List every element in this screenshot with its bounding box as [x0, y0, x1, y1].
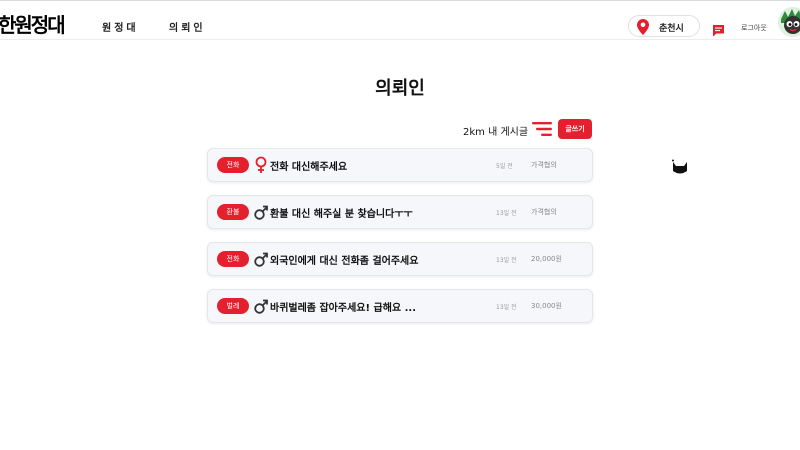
chat-icon[interactable]	[712, 22, 725, 37]
post-title: 환불 대신 해주실 분 찾습니다ㅜㅜ	[270, 209, 413, 220]
post-card[interactable]: 환불 환불 대신 해주실 분 찾습니다ㅜㅜ 13일 전 가격협의	[207, 195, 593, 229]
post-list: 전화 전화 대신해주세요 5일 전 가격협의 환불 환불 대신 해주실 분 찾습…	[207, 148, 593, 336]
post-card[interactable]: 전화 전화 대신해주세요 5일 전 가격협의	[207, 148, 593, 182]
nav-client[interactable]: 의뢰인	[169, 19, 206, 34]
post-price: 30,000원	[531, 302, 562, 310]
post-title: 외국인에게 대신 전화좀 걸어주세요	[270, 256, 419, 267]
cat-cursor-icon	[671, 159, 689, 176]
post-title: 전화 대신해주세요	[270, 162, 348, 173]
location-selector[interactable]: 춘천시	[628, 15, 700, 37]
category-badge: 벌레	[217, 298, 249, 314]
nav-expedition[interactable]: 원정대	[102, 19, 139, 34]
post-card[interactable]: 전화 외국인에게 대신 전화좀 걸어주세요 13일 전 20,000원	[207, 242, 593, 276]
radius-filter-label: 2km 내 게시글	[463, 127, 529, 138]
male-icon	[254, 203, 268, 221]
category-badge: 전화	[217, 157, 249, 173]
write-post-button[interactable]: 글쓰기	[558, 119, 592, 139]
map-pin-icon	[637, 19, 649, 39]
user-avatar[interactable]	[778, 7, 800, 37]
category-badge: 환불	[217, 204, 249, 220]
page-title: 의뢰인	[375, 78, 425, 99]
post-price: 가격협의	[531, 161, 557, 169]
female-icon	[254, 156, 268, 174]
post-price: 가격협의	[531, 208, 557, 216]
logout-link[interactable]: 로그아웃	[741, 23, 767, 33]
post-time: 13일 전	[496, 257, 517, 264]
filter-icon[interactable]	[532, 121, 552, 137]
site-logo[interactable]: 한원정대	[0, 9, 66, 38]
category-badge: 전화	[217, 251, 249, 267]
post-time: 5일 전	[496, 163, 513, 170]
male-icon	[254, 297, 268, 315]
post-card[interactable]: 벌레 바퀴벌레좀 잡아주세요! 급해요 ... 13일 전 30,000원	[207, 289, 593, 323]
post-title: 바퀴벌레좀 잡아주세요! 급해요 ...	[270, 303, 417, 314]
location-label: 춘천시	[659, 24, 684, 34]
post-time: 13일 전	[496, 304, 517, 311]
post-price: 20,000원	[531, 255, 562, 263]
avatar-mascot	[778, 7, 800, 37]
male-icon	[254, 250, 268, 268]
top-nav-bar: 한원정대 원정대 의뢰인 춘천시 로그아웃	[0, 0, 800, 40]
post-time: 13일 전	[496, 210, 517, 217]
